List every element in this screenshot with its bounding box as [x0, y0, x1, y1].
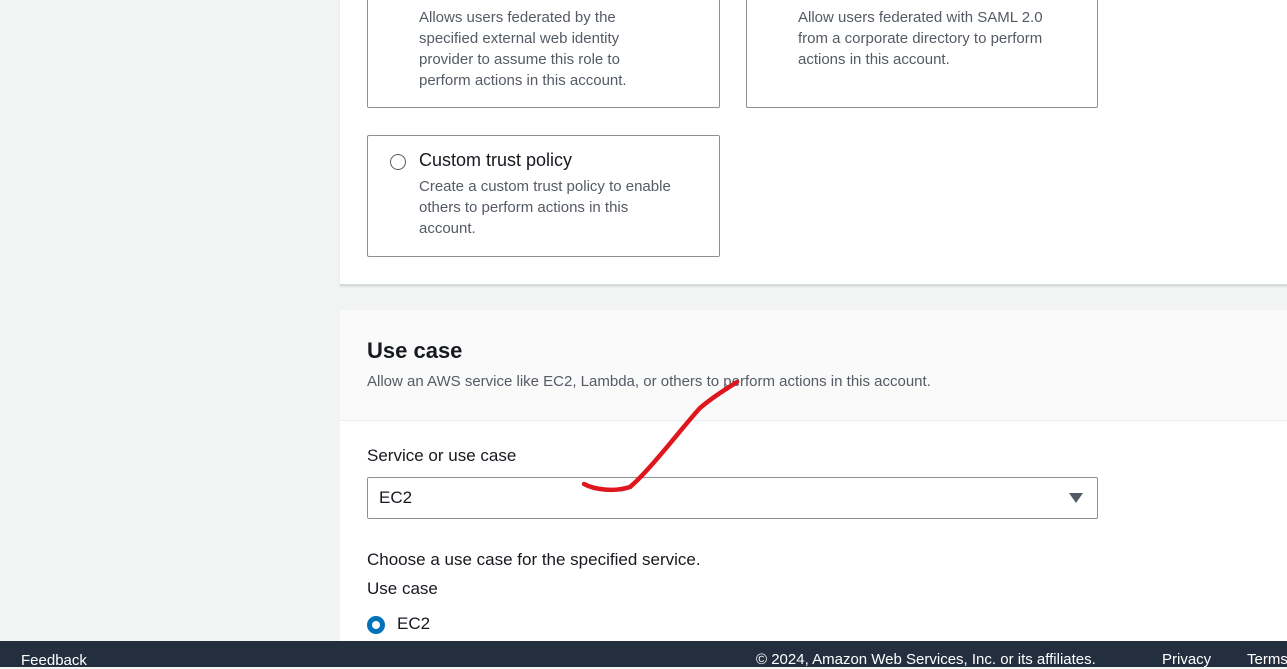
saml-desc-3: actions in this account. [798, 51, 950, 68]
web-identity-desc-2: specified external web identity [419, 30, 620, 47]
saml-desc-2: from a corporate directory to perform [798, 30, 1043, 47]
web-identity-desc-1: Allows users federated by the [419, 9, 616, 26]
custom-trust-policy-radio[interactable] [390, 154, 406, 170]
service-select-value: EC2 [379, 488, 413, 507]
use-case-label: Use case [367, 579, 438, 598]
web-identity-desc-4: perform actions in this account. [419, 72, 627, 89]
terms-link[interactable]: Terms [1247, 651, 1287, 668]
custom-trust-desc-2: others to perform actions in this [419, 199, 629, 216]
use-case-header: Use case Allow an AWS service like EC2, … [340, 310, 1287, 421]
web-identity-tile[interactable]: Allows users federated by the specified … [367, 0, 720, 108]
custom-trust-policy-tile[interactable]: Custom trust policy Create a custom trus… [367, 135, 720, 257]
custom-trust-desc-3: account. [419, 220, 476, 237]
service-select[interactable]: EC2 [367, 477, 1098, 519]
saml-federation-tile[interactable]: Allow users federated with SAML 2.0 from… [746, 0, 1098, 108]
caret-down-icon [1069, 493, 1083, 503]
footer-bar: Feedback © 2024, Amazon Web Services, In… [0, 641, 1287, 669]
custom-trust-desc-1: Create a custom trust policy to enable [419, 178, 671, 195]
use-case-ec2-label[interactable]: EC2 [397, 614, 430, 634]
copyright-text: © 2024, Amazon Web Services, Inc. or its… [756, 651, 1096, 668]
trusted-entity-panel: Allows users federated by the specified … [340, 0, 1287, 286]
use-case-title: Use case [367, 338, 463, 363]
privacy-link[interactable]: Privacy [1162, 651, 1211, 668]
use-case-panel: Use case Allow an AWS service like EC2, … [340, 310, 1287, 650]
saml-desc-1: Allow users federated with SAML 2.0 [798, 9, 1043, 26]
use-case-description: Allow an AWS service like EC2, Lambda, o… [367, 373, 931, 390]
service-label: Service or use case [367, 446, 517, 465]
choose-use-case-prompt: Choose a use case for the specified serv… [367, 550, 701, 569]
feedback-link[interactable]: Feedback [21, 652, 87, 669]
use-case-ec2-radio[interactable] [367, 616, 385, 634]
custom-trust-policy-title: Custom trust policy [419, 150, 573, 170]
web-identity-desc-3: provider to assume this role to [419, 51, 620, 68]
